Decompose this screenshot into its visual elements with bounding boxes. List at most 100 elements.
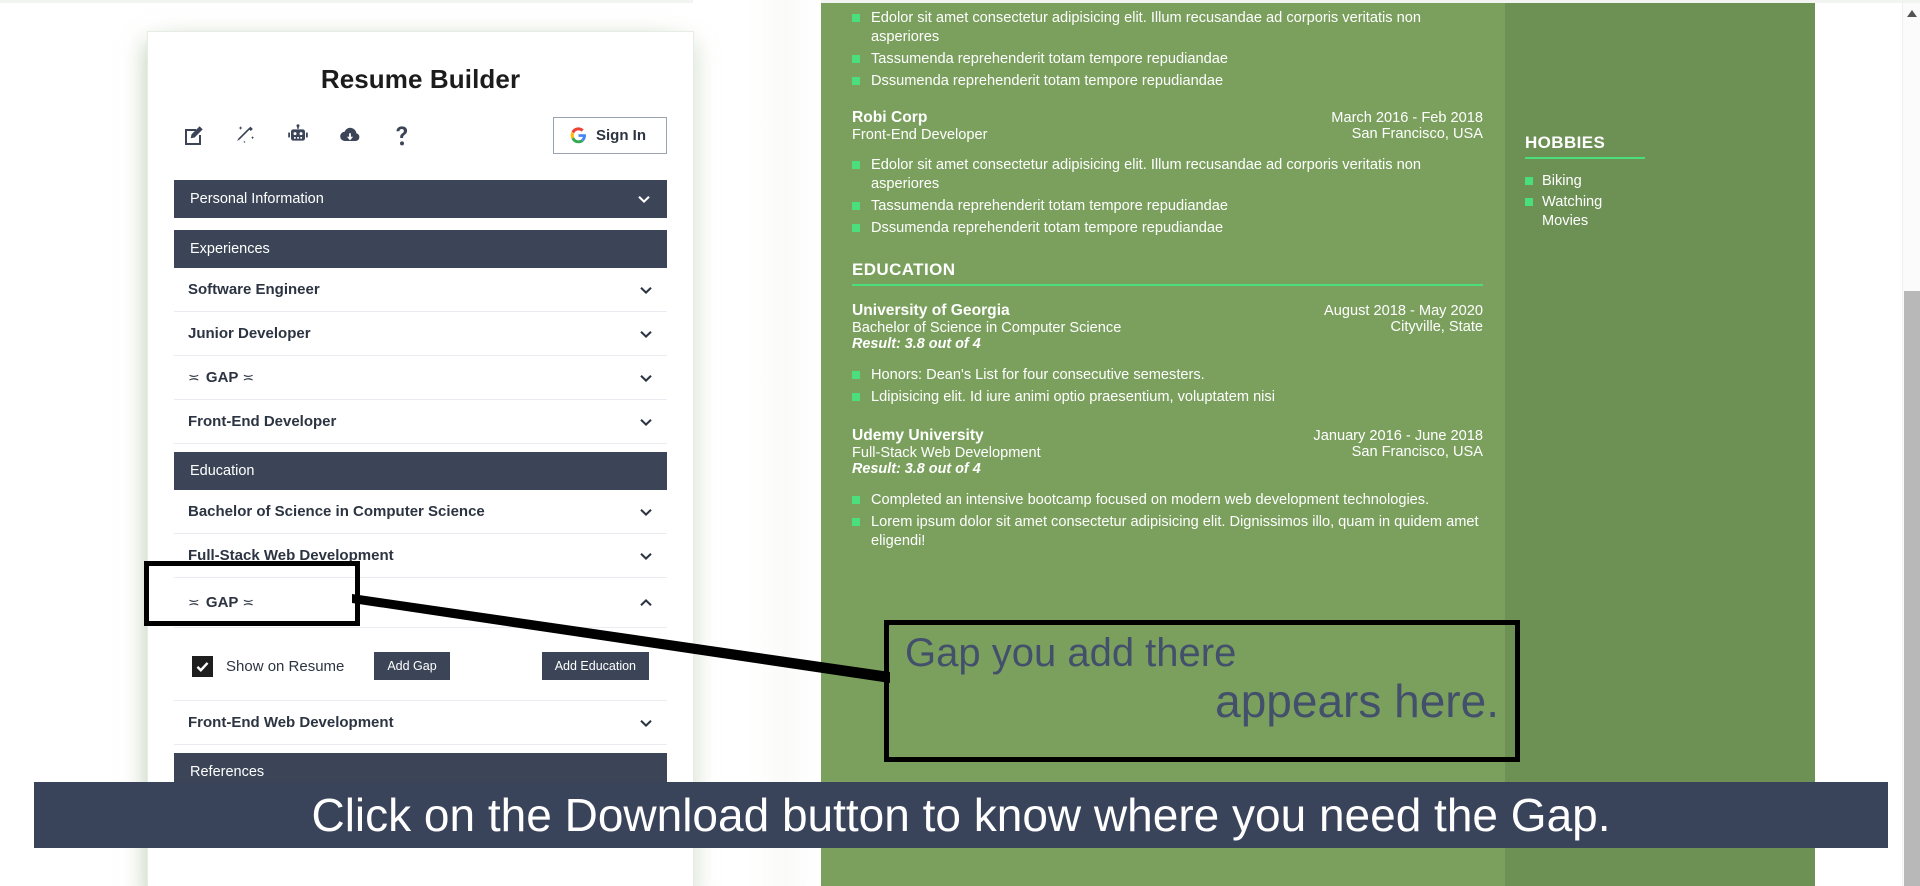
- toolbar: Sign In: [174, 117, 667, 154]
- company-name: Robi Corp: [852, 108, 928, 126]
- magic-wand-icon[interactable]: [232, 122, 260, 150]
- item-label: ≍ GAP ≍: [188, 594, 256, 611]
- add-gap-button[interactable]: Add Gap: [374, 652, 450, 680]
- instruction-banner: Click on the Download button to know whe…: [34, 782, 1888, 848]
- education-section: EDUCATION: [852, 260, 1483, 286]
- chevron-down-icon: [637, 192, 651, 206]
- scrollbar-thumb[interactable]: [1904, 291, 1920, 886]
- education-location: Cityville, State: [1390, 318, 1483, 335]
- chevron-down-icon: [639, 283, 653, 297]
- chevron-down-icon: [639, 415, 653, 429]
- chevron-down-icon: [639, 505, 653, 519]
- list-item: Completed an intensive bootcamp focused …: [852, 491, 1483, 510]
- education-dates: August 2018 - May 2020: [1323, 302, 1483, 319]
- builder-accordion: Personal Information Experiences Softwar…: [174, 180, 667, 791]
- education-bullet-list: Completed an intensive bootcamp focused …: [852, 491, 1483, 551]
- accordion-item-front-end-developer[interactable]: Front-End Developer: [174, 400, 667, 444]
- show-on-resume-label: Show on Resume: [226, 657, 345, 675]
- chevron-down-icon: [639, 716, 653, 730]
- gap-mark-left: ≍: [188, 594, 202, 610]
- add-education-button[interactable]: Add Education: [541, 652, 649, 680]
- section-rule: [1525, 157, 1645, 159]
- section-education[interactable]: Education: [174, 452, 667, 490]
- list-item: Edolor sit amet consectetur adipisicing …: [852, 9, 1483, 47]
- education-entry-header: University of Georgia Bachelor of Scienc…: [852, 302, 1483, 352]
- section-experiences[interactable]: Experiences: [174, 230, 667, 268]
- question-mark-icon[interactable]: [388, 122, 416, 150]
- education-dates: January 2016 - June 2018: [1313, 427, 1483, 444]
- gap-mark-right: ≍: [242, 369, 257, 385]
- education-location: San Francisco, USA: [1351, 443, 1483, 460]
- section-rule: [852, 283, 1483, 286]
- chevron-up-icon: [639, 596, 653, 610]
- list-item: Dssumenda reprehenderit totam tempore re…: [852, 219, 1483, 238]
- chevron-down-icon: [639, 371, 653, 385]
- accordion-item-front-end-web-development[interactable]: Front-End Web Development: [174, 701, 667, 745]
- education-bullet-list: Honors: Dean's List for four consecutive…: [852, 366, 1483, 407]
- edit-square-icon[interactable]: [180, 122, 208, 150]
- job-dates: March 2016 - Feb 2018: [1331, 109, 1483, 126]
- result-text: Result: 3.8 out of 4: [852, 460, 981, 477]
- list-item: Tassumenda reprehenderit totam tempore r…: [852, 197, 1483, 216]
- callout-line-1: Gap you add there: [905, 631, 1237, 675]
- resume-builder-card: Resume Builder Sign In Personal Informat…: [148, 32, 693, 886]
- accordion-item-education-gap[interactable]: ≍ GAP ≍: [174, 578, 667, 628]
- cloud-download-icon[interactable]: [336, 122, 364, 150]
- gap-expanded-panel: Show on Resume Add Gap Add Education: [174, 628, 667, 701]
- top-bullet-list: Edolor sit amet consectetur adipisicing …: [852, 3, 1483, 91]
- annotation-callout-box: Gap you add there appears here.: [884, 620, 1520, 762]
- section-label: Education: [190, 463, 255, 479]
- school-name: University of Georgia: [852, 301, 1010, 319]
- list-item: Biking: [1525, 172, 1795, 191]
- accordion-item-bachelor-of-science[interactable]: Bachelor of Science in Computer Science: [174, 490, 667, 534]
- vertical-scrollbar[interactable]: [1902, 3, 1920, 886]
- list-item: Tassumenda reprehenderit totam tempore r…: [852, 50, 1483, 69]
- hobbies-list: Biking Watching Movies: [1525, 172, 1795, 231]
- degree-name: Bachelor of Science in Computer Science: [852, 319, 1122, 336]
- list-item: Edolor sit amet consectetur adipisicing …: [852, 156, 1483, 194]
- accordion-item-full-stack-web-development[interactable]: Full-Stack Web Development: [174, 534, 667, 578]
- gap-text: GAP: [205, 594, 239, 611]
- callout-line-2: appears here.: [1215, 674, 1499, 727]
- item-label: Front-End Developer: [188, 413, 337, 430]
- gap-text: GAP: [205, 369, 239, 386]
- result-text: Result: 3.8 out of 4: [852, 335, 981, 352]
- item-label: Front-End Web Development: [188, 714, 394, 731]
- robot-icon[interactable]: [284, 122, 312, 150]
- page-title: Resume Builder: [320, 64, 521, 94]
- section-label: Experiences: [190, 241, 270, 257]
- toolbar-icon-strip: [174, 122, 416, 150]
- resume-side-column: HOBBIES Biking Watching Movies: [1505, 3, 1815, 886]
- accordion-item-experience-gap[interactable]: ≍ GAP ≍: [174, 356, 667, 400]
- preview-gutter: [693, 0, 821, 886]
- section-label: Personal Information: [190, 191, 324, 207]
- experience-bullet-list: Edolor sit amet consectetur adipisicing …: [852, 156, 1483, 238]
- list-item: Honors: Dean's List for four consecutive…: [852, 366, 1483, 385]
- list-item: Lorem ipsum dolor sit amet consectetur a…: [852, 513, 1483, 551]
- instruction-banner-text: Click on the Download button to know whe…: [311, 789, 1611, 841]
- accordion-item-junior-developer[interactable]: Junior Developer: [174, 312, 667, 356]
- section-title-education: EDUCATION: [852, 259, 956, 279]
- education-entry-header: Udemy University Full-Stack Web Developm…: [852, 427, 1483, 477]
- show-on-resume-checkbox[interactable]: [192, 655, 213, 677]
- sign-in-button[interactable]: Sign In: [553, 117, 667, 154]
- sign-in-label: Sign In: [596, 127, 646, 144]
- scroll-up-arrow-icon[interactable]: [1903, 7, 1920, 19]
- accordion-item-software-engineer[interactable]: Software Engineer: [174, 268, 667, 312]
- gap-mark-left: ≍: [188, 369, 202, 385]
- checkmark-icon: [196, 661, 209, 672]
- chevron-down-icon: [639, 327, 653, 341]
- hobbies-section: HOBBIES Biking Watching Movies: [1525, 133, 1795, 231]
- job-location: San Francisco, USA: [1351, 125, 1483, 142]
- item-label: Junior Developer: [188, 325, 311, 342]
- gap-mark-right: ≍: [242, 594, 257, 610]
- item-label: Bachelor of Science in Computer Science: [188, 503, 485, 520]
- list-item: Ldipisicing elit. Id iure animi optio pr…: [852, 388, 1483, 407]
- experience-entry-header: Robi Corp Front-End Developer March 2016…: [852, 109, 1483, 143]
- job-role: Front-End Developer: [852, 126, 988, 143]
- google-logo-icon: [570, 127, 586, 144]
- section-personal-information[interactable]: Personal Information: [174, 180, 667, 218]
- section-title-hobbies: HOBBIES: [1525, 133, 1606, 152]
- item-label: ≍ GAP ≍: [188, 369, 256, 386]
